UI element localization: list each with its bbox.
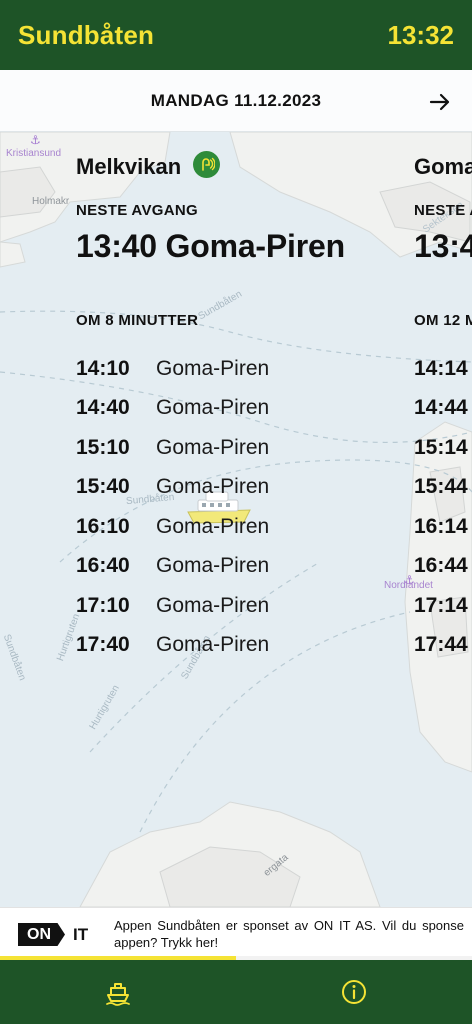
departure-time: 14:40 [76,396,130,420]
departure-time: 15:10 [76,435,130,459]
map-label-holmakr: Holmakr [32,196,70,207]
stop-name: Goma [414,154,472,179]
countdown: OM 12 M [414,312,472,329]
selected-date[interactable]: MANDAG 11.12.2023 [151,91,321,111]
stop-name: Melkvikan [76,154,182,179]
sponsor-text[interactable]: Appen Sundbåten er sponset av ON IT AS. … [114,917,464,951]
departure-time: 14:10 [76,356,130,380]
departure-row: 15:44 [414,468,472,508]
departure-row: 16:40 Goma-Piren [76,547,269,587]
countdown: OM 8 MINUTTER [76,312,199,329]
departure-time: 16:10 [76,514,130,538]
departure-row: 17:40 Goma-Piren [76,626,269,666]
sponsor-logo-on: ON [18,923,65,946]
arrow-right-icon[interactable] [428,90,452,114]
departure-time: 15:14 [414,435,468,459]
app-header: Sundbåten 13:32 [0,0,472,70]
ferry-icon[interactable] [104,978,132,1006]
svg-text:⚓: ⚓ [30,133,41,147]
departure-time: 16:14 [414,514,468,538]
departure-row: 15:10 Goma-Piren [76,428,269,468]
stop-panel-goma[interactable]: Goma NESTE A 13:4 OM 12 M 14:14 14:44 15… [414,132,472,692]
next-departure-label: NESTE A [414,202,472,219]
current-time: 13:32 [387,19,455,50]
departure-row: 16:10 Goma-Piren [76,507,269,547]
departure-list: 14:14 14:44 15:14 15:44 16:14 16:44 17:1… [414,349,472,665]
sponsor-logo-it: IT [73,924,89,944]
departure-row: 15:14 [414,428,472,468]
bottom-nav [0,960,472,1024]
departure-row: 17:14 [414,586,472,626]
departure-row: 16:14 [414,507,472,547]
map-label-kristiansund: Kristiansund [6,148,62,159]
departure-time: 14:44 [414,396,468,420]
departure-time: 17:10 [76,593,130,617]
departure-destination: Goma-Piren [156,593,270,617]
next-departure: 13:4 [414,228,472,264]
departure-destination: Goma-Piren [156,554,270,578]
realtime-icon [193,151,220,178]
departure-row: 15:40 Goma-Piren [76,468,269,508]
departure-row: 17:44 [414,626,472,666]
sponsor-banner[interactable]: ON IT Appen Sundbåten er sponset av ON I… [0,907,472,960]
departure-row: 14:44 [414,389,472,429]
departure-row: 16:44 [414,547,472,587]
departure-time: 17:40 [76,633,130,657]
departure-destination: Goma-Piren [156,475,270,499]
next-departure: 13:40 Goma-Piren [76,228,345,264]
next-departure-label: NESTE AVGANG [76,202,198,219]
departure-row: 14:40 Goma-Piren [76,389,269,429]
departure-time: 15:40 [76,475,130,499]
departure-time: 17:44 [414,633,468,657]
date-bar: MANDAG 11.12.2023 [0,70,472,132]
info-icon[interactable] [340,978,368,1006]
departure-destination: Goma-Piren [156,514,270,538]
departure-destination: Goma-Piren [156,633,270,657]
departure-time: 16:44 [414,554,468,578]
departure-destination: Goma-Piren [156,396,270,420]
departure-row: 14:10 Goma-Piren [76,349,269,389]
departure-time: 17:14 [414,593,468,617]
departure-time: 16:40 [76,554,130,578]
departure-list: 14:10 Goma-Piren 14:40 Goma-Piren 15:10 Gom… [76,349,269,665]
app-title: Sundbåten [18,19,155,50]
departure-time: 15:44 [414,475,468,499]
departure-destination: Goma-Piren [156,356,270,380]
departure-destination: Goma-Piren [156,435,270,459]
departure-row: 17:10 Goma-Piren [76,586,269,626]
sponsor-logo: ON IT [18,923,88,946]
departure-time: 14:14 [414,356,468,380]
departure-row: 14:14 [414,349,472,389]
